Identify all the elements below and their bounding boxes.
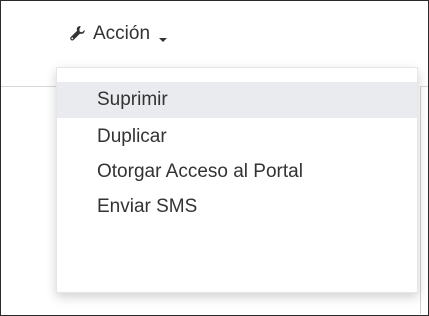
divider [1, 86, 56, 87]
action-dropdown-button[interactable]: Acción [69, 20, 168, 48]
menu-item-label: Otorgar Acceso al Portal [97, 161, 303, 182]
action-dropdown-menu: Suprimir Duplicar Otorgar Acceso al Port… [56, 67, 418, 293]
menu-item-enviar-sms[interactable]: Enviar SMS [57, 189, 417, 225]
menu-item-label: Suprimir [97, 89, 168, 110]
menu-item-otorgar-acceso-portal[interactable]: Otorgar Acceso al Portal [57, 154, 417, 190]
menu-item-label: Enviar SMS [97, 196, 198, 217]
wrench-icon [69, 25, 87, 43]
divider [420, 86, 428, 87]
caret-down-icon [158, 29, 168, 42]
menu-item-suprimir[interactable]: Suprimir [57, 82, 417, 118]
menu-item-label: Duplicar [97, 126, 167, 147]
menu-item-duplicar[interactable]: Duplicar [57, 119, 417, 155]
action-dropdown-label: Acción [93, 23, 151, 44]
panel-edge [420, 87, 421, 314]
